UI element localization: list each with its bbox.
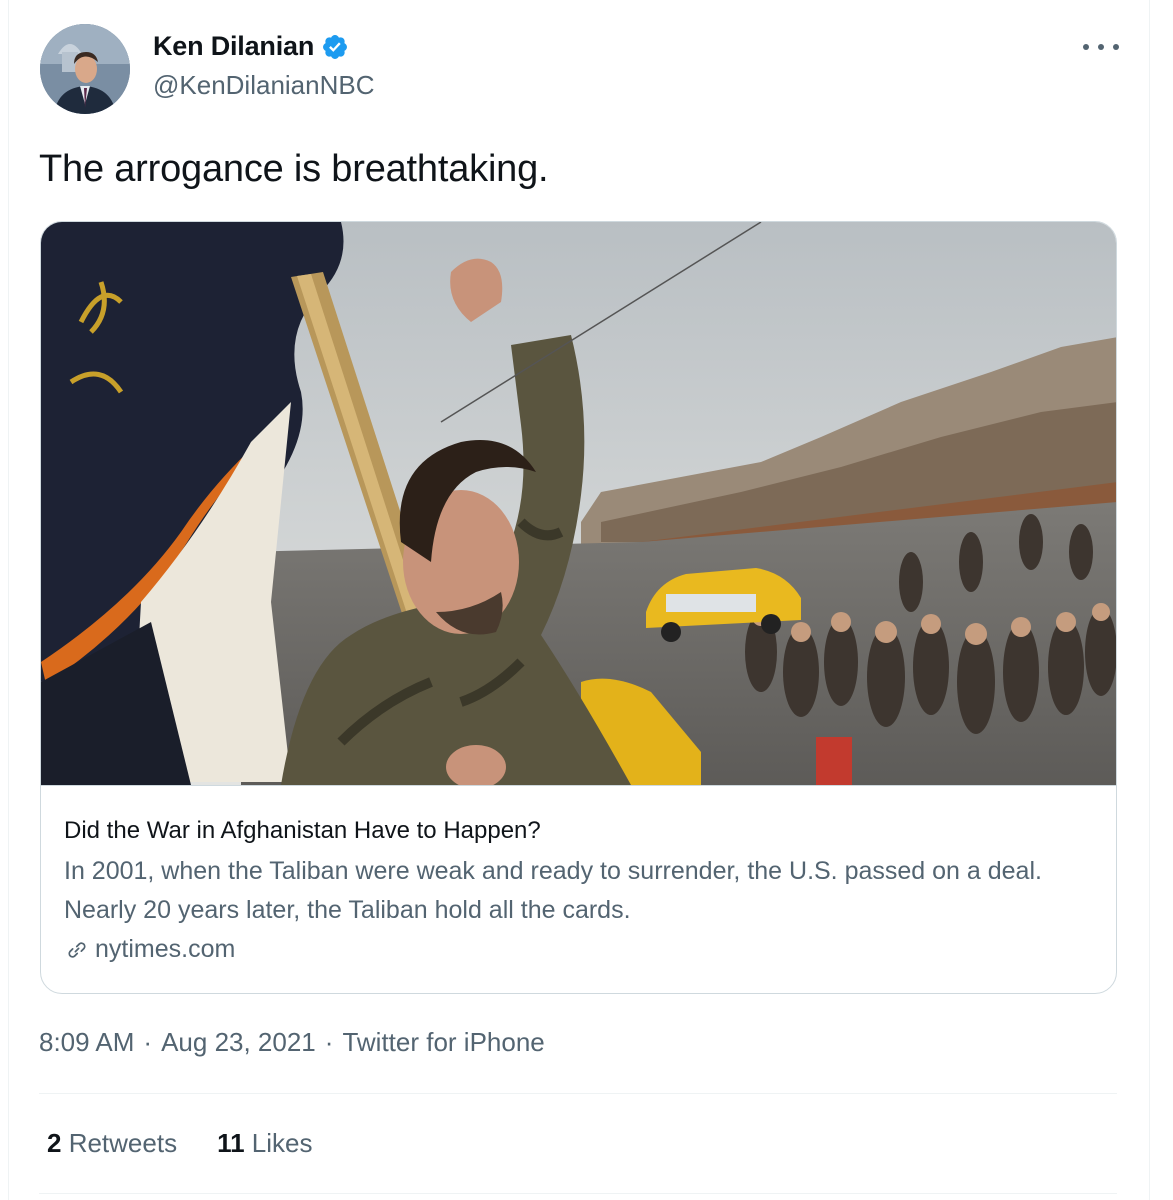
verified-badge-icon xyxy=(321,33,349,61)
link-preview-card[interactable]: Did the War in Afghanistan Have to Happe… xyxy=(40,221,1117,994)
tweet-metadata: 8:09 AM · Aug 23, 2021 · Twitter for iPh… xyxy=(39,1027,545,1058)
card-link[interactable]: nytimes.com xyxy=(64,935,235,964)
card-title[interactable]: Did the War in Afghanistan Have to Happe… xyxy=(64,817,541,845)
divider xyxy=(39,1093,1117,1094)
profile-photo xyxy=(40,24,130,114)
card-description: In 2001, when the Taliban were weak and … xyxy=(64,857,1042,924)
retweets-stat[interactable]: 2 Retweets xyxy=(47,1128,177,1159)
card-domain[interactable]: nytimes.com xyxy=(95,935,235,964)
meta-separator: · xyxy=(324,1027,334,1057)
avatar[interactable] xyxy=(40,24,130,114)
likes-label: Likes xyxy=(251,1128,313,1158)
likes-count: 11 xyxy=(217,1128,252,1158)
engagement-stats: 2 Retweets 11 Likes xyxy=(47,1128,353,1159)
news-photo-kabul-street-protest xyxy=(41,222,1116,785)
tweet-time[interactable]: 8:09 AM xyxy=(39,1027,134,1058)
retweets-count: 2 xyxy=(47,1128,69,1158)
card-image[interactable] xyxy=(41,222,1116,786)
likes-stat[interactable]: 11 Likes xyxy=(217,1128,312,1159)
tweet-source[interactable]: Twitter for iPhone xyxy=(342,1027,544,1058)
meta-separator: · xyxy=(143,1027,153,1057)
more-options-icon[interactable] xyxy=(1083,32,1119,62)
author-handle[interactable]: @KenDilanianNBC xyxy=(153,70,375,101)
retweets-label: Retweets xyxy=(68,1128,178,1158)
tweet-date[interactable]: Aug 23, 2021 xyxy=(161,1027,316,1058)
author-display-name[interactable]: Ken Dilanian xyxy=(153,31,314,62)
divider xyxy=(39,1193,1117,1194)
link-icon xyxy=(68,941,86,958)
author-name-row[interactable]: Ken Dilanian xyxy=(153,31,349,62)
tweet-text: The arrogance is breathtaking. xyxy=(39,148,549,190)
